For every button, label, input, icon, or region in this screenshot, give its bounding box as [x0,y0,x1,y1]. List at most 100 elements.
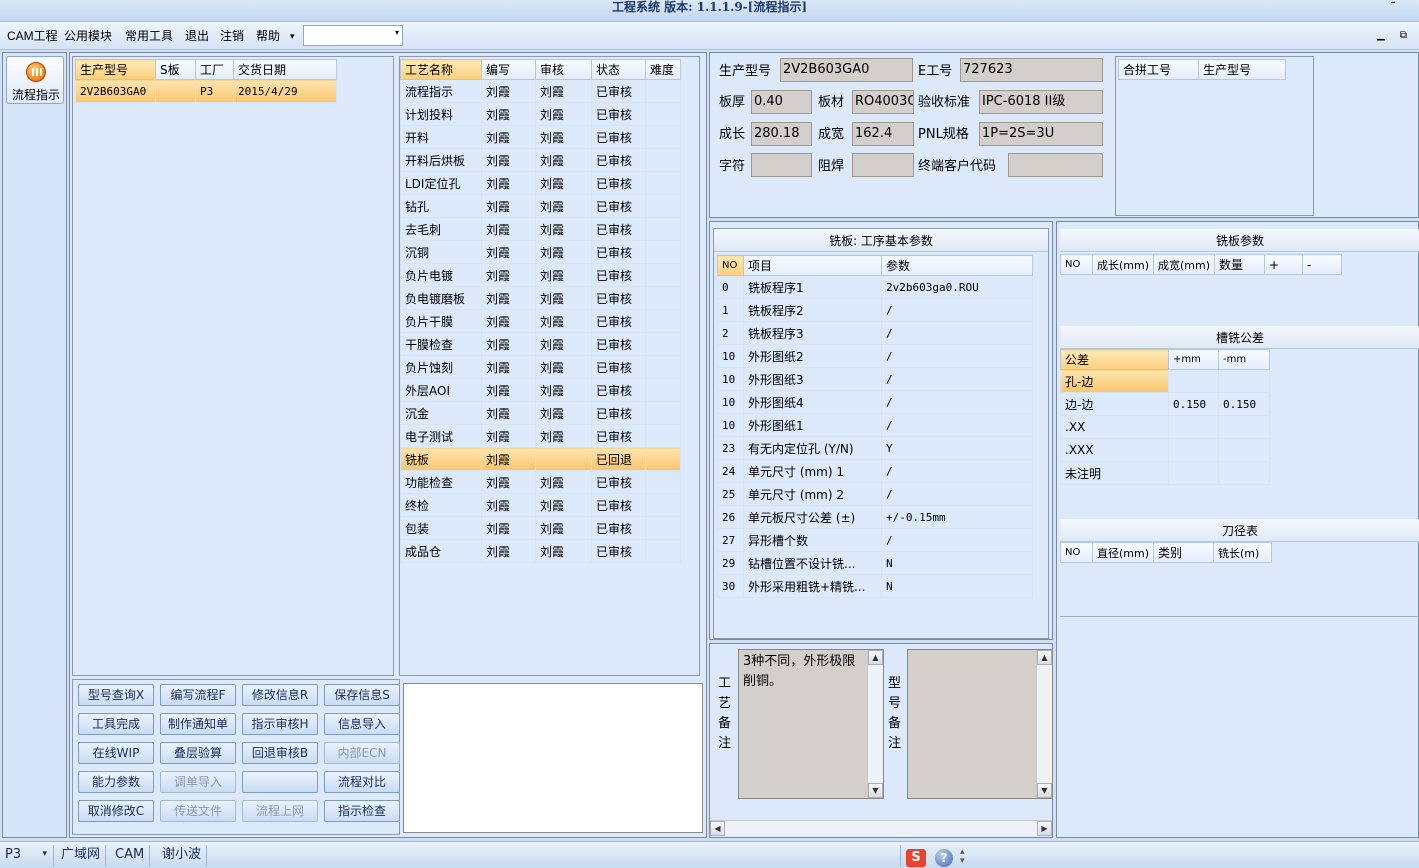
table-cell[interactable]: / [881,321,1033,345]
table-cell[interactable]: .XX [1060,415,1169,439]
table-cell[interactable]: 2015/4/29 [233,79,337,103]
help-icon[interactable]: ? [935,849,953,867]
table-cell[interactable]: 10 [717,413,744,437]
action-button[interactable]: 流程对比 [324,771,400,793]
action-button[interactable]: 能力参数 [78,771,154,793]
table-cell[interactable]: 刘霞 [481,424,536,448]
table-cell[interactable]: 刘霞 [481,539,536,563]
table-cell[interactable]: 外层AOI [400,378,482,402]
table-row[interactable]: LDI定位孔 刘霞 刘霞 已审核 [400,171,681,195]
table-cell[interactable]: 单元尺寸 (mm) 2 [743,482,882,506]
model-field[interactable]: 2V2B603GA0 [780,58,913,82]
factory-selector[interactable]: P3 ▾ [0,845,54,866]
table-cell[interactable]: 刘霞 [535,539,592,563]
table-cell[interactable]: 刘霞 [481,309,536,333]
col-header[interactable]: 公差 [1060,349,1169,370]
mdi-controls[interactable]: ▁ ⧉ [1377,30,1413,41]
table-cell[interactable]: 刘霞 [481,355,536,379]
table-cell[interactable]: 刘霞 [481,286,536,310]
table-cell[interactable] [645,539,681,563]
table-cell[interactable] [1168,461,1219,485]
table-cell[interactable]: 已审核 [591,401,646,425]
table-cell[interactable]: 刘霞 [481,240,536,264]
table-cell[interactable]: 0 [717,275,744,299]
table-cell[interactable]: / [881,390,1033,414]
col-header[interactable]: 状态 [591,59,646,80]
table-cell[interactable]: 负片蚀刻 [400,355,482,379]
table-cell[interactable]: 刘霞 [481,125,536,149]
table-cell[interactable]: 刘霞 [481,447,536,471]
flow-indicator-button[interactable]: 流程指示 [6,56,64,104]
action-button[interactable]: 保存信息S [324,684,400,706]
col-header[interactable]: 成宽(mm) [1153,254,1216,275]
table-row[interactable]: 电子测试 刘霞 刘霞 已审核 [400,424,681,448]
table-cell[interactable] [535,447,592,471]
char-field[interactable] [751,153,812,177]
table-cell[interactable] [645,171,681,195]
model-remark-scrollbar[interactable]: ▲ ▼ [1036,650,1052,798]
table-row[interactable]: .XXX [1060,438,1270,462]
table-cell[interactable]: 刘霞 [535,79,592,103]
col-header[interactable]: -mm [1218,349,1270,370]
table-cell[interactable] [645,401,681,425]
table-cell[interactable]: 已审核 [591,378,646,402]
table-cell[interactable]: 已审核 [591,263,646,287]
table-cell[interactable]: 刘霞 [481,217,536,241]
table-cell[interactable]: 开料 [400,125,482,149]
menu-public[interactable]: 公用模块 [64,28,112,44]
table-cell[interactable]: 干膜检查 [400,332,482,356]
table-cell[interactable]: 刘霞 [535,378,592,402]
table-cell[interactable] [645,470,681,494]
table-cell[interactable]: 2V2B603GA0 [75,79,156,103]
table-cell[interactable] [645,125,681,149]
table-cell[interactable]: +/-0.15mm [881,505,1033,529]
table-cell[interactable] [1218,369,1270,393]
action-button[interactable]: 修改信息R [242,684,318,706]
table-cell[interactable]: 29 [717,551,744,575]
table-cell[interactable] [1168,415,1219,439]
scroll-up-icon[interactable]: ▲ [868,650,883,665]
table-row[interactable]: 钻孔 刘霞 刘霞 已审核 [400,194,681,218]
scroll-up-icon[interactable]: ▲ [1037,650,1052,665]
table-cell[interactable]: 刘霞 [535,194,592,218]
table-cell[interactable] [645,102,681,126]
table-cell[interactable]: 异形槽个数 [743,528,882,552]
table-cell[interactable]: 已审核 [591,470,646,494]
col-header[interactable]: 项目 [743,255,882,276]
table-cell[interactable]: 26 [717,505,744,529]
col-header[interactable]: 铣长(m) [1213,542,1272,563]
action-button[interactable]: 指示审核H [242,713,318,735]
table-row[interactable]: 24 单元尺寸 (mm) 1/ [717,459,1033,483]
table-cell[interactable]: 负片电镀 [400,263,482,287]
table-cell[interactable]: 单元板尺寸公差 (±) [743,505,882,529]
table-cell[interactable]: 有无内定位孔 (Y/N) [743,436,882,460]
table-cell[interactable]: 10 [717,344,744,368]
col-header[interactable]: 难度 [645,59,681,80]
table-cell[interactable]: 已审核 [591,309,646,333]
table-cell[interactable]: 铣板程序2 [743,298,882,322]
action-button[interactable]: 叠层验算 [160,742,236,764]
table-cell[interactable]: 已审核 [591,171,646,195]
table-row[interactable]: 开料后烘板 刘霞 刘霞 已审核 [400,148,681,172]
table-row[interactable]: 计划投料 刘霞 刘霞 已审核 [400,102,681,126]
table-cell[interactable]: LDI定位孔 [400,171,482,195]
width-field[interactable]: 162.4 [852,122,914,146]
col-header[interactable]: + [1264,254,1304,275]
table-cell[interactable]: 刘霞 [535,493,592,517]
table-cell[interactable]: / [881,344,1033,368]
col-header[interactable]: 参数 [881,255,1033,276]
table-cell[interactable]: / [881,482,1033,506]
table-cell[interactable] [645,493,681,517]
table-row[interactable]: 10 外形图纸3/ [717,367,1033,391]
table-row[interactable]: 干膜检查 刘霞 刘霞 已审核 [400,332,681,356]
table-cell[interactable]: 刘霞 [481,102,536,126]
col-header[interactable]: 直径(mm) [1091,542,1155,563]
chevron-down-icon[interactable]: ▾ [42,845,47,864]
table-cell[interactable]: 23 [717,436,744,460]
action-button[interactable] [242,771,318,793]
col-header[interactable]: NO [717,255,744,276]
scroll-down-icon[interactable]: ▼ [868,783,883,798]
table-cell[interactable] [645,148,681,172]
col-header[interactable]: 审核 [535,59,592,80]
table-cell[interactable]: 已审核 [591,217,646,241]
